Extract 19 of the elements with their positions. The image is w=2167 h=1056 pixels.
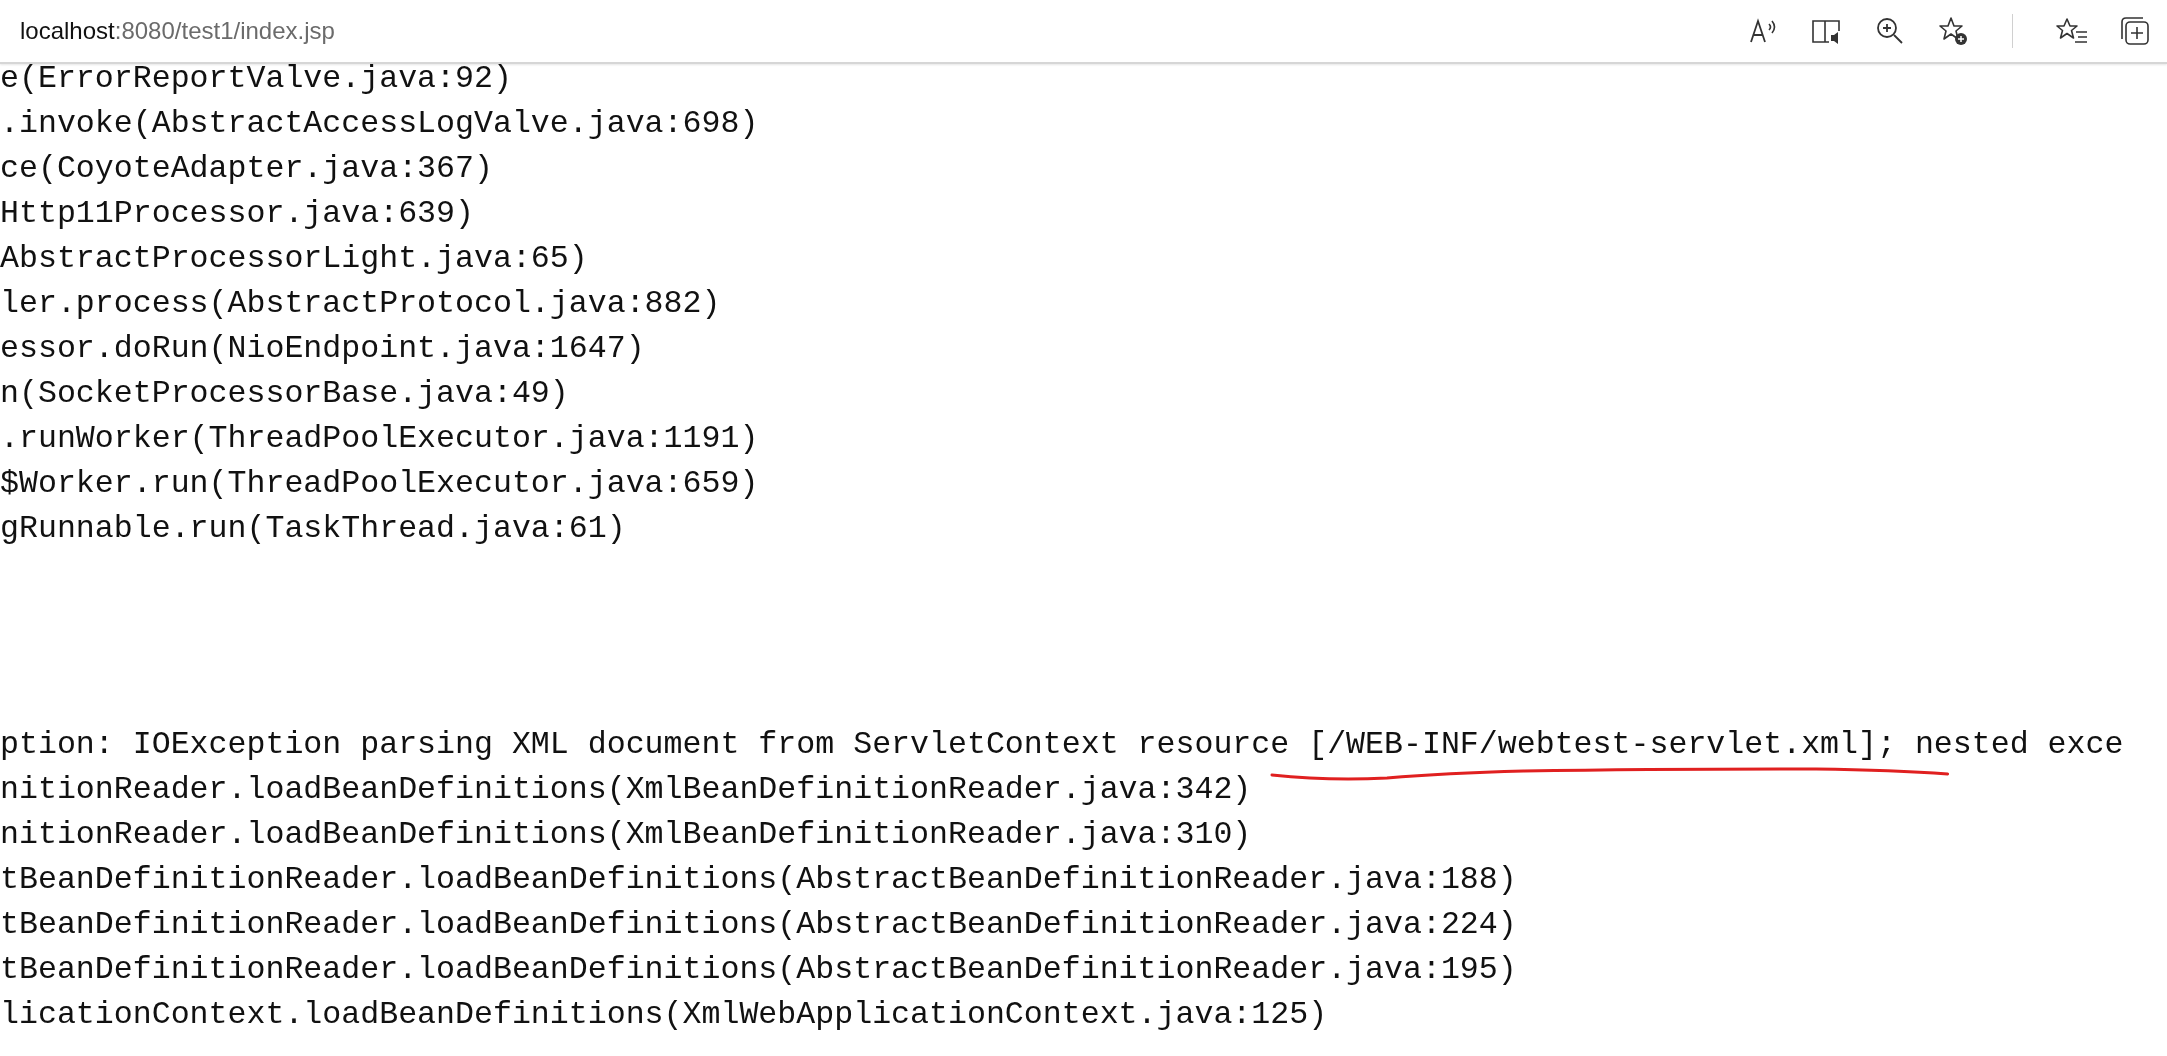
stack-trace-line: e(ErrorReportValve.java:92) (0, 60, 512, 98)
stack-trace-line: essor.doRun(NioEndpoint.java:1647) (0, 330, 645, 368)
stack-trace-line: ler.process(AbstractProtocol.java:882) (0, 285, 721, 323)
stack-trace-line: ption: IOException parsing XML document from ServletContext resource [/WEB-INF/webtest-servlet.xml]; nested exce (0, 726, 2124, 764)
stack-trace-line: licationContext.loadBeanDefinitions(XmlWebApplicationContext.java:125) (0, 996, 1328, 1034)
stack-trace-line: .runWorker(ThreadPoolExecutor.java:1191) (0, 420, 759, 458)
stack-trace-line: tBeanDefinitionReader.loadBeanDefinitions(AbstractBeanDefinitionReader.java:195) (0, 951, 1517, 989)
stack-trace-line: ce(CoyoteAdapter.java:367) (0, 150, 493, 188)
stack-trace-line: AbstractProcessorLight.java:65) (0, 240, 588, 278)
stack-trace-line: gRunnable.run(TaskThread.java:61) (0, 510, 626, 548)
stack-trace-line: .invoke(AbstractAccessLogValve.java:698) (0, 105, 759, 143)
stack-trace-line: n(SocketProcessorBase.java:49) (0, 375, 569, 413)
stack-trace-line: $Worker.run(ThreadPoolExecutor.java:659) (0, 465, 759, 503)
stack-trace-line: Http11Processor.java:639) (0, 195, 474, 233)
stack-trace-line: nitionReader.loadBeanDefinitions(XmlBeanDefinitionReader.java:310) (0, 816, 1252, 854)
stack-trace-line: tBeanDefinitionReader.loadBeanDefinitions(AbstractBeanDefinitionReader.java:188) (0, 861, 1517, 899)
address-bar[interactable]: localhost:8080/test1/index.jsp (20, 17, 1746, 45)
stack-trace-line: tBeanDefinitionReader.loadBeanDefinitions(AbstractBeanDefinitionReader.java:224) (0, 906, 1517, 944)
stack-trace-line: nitionReader.loadBeanDefinitions(XmlBeanDefinitionReader.java:342) (0, 771, 1252, 809)
